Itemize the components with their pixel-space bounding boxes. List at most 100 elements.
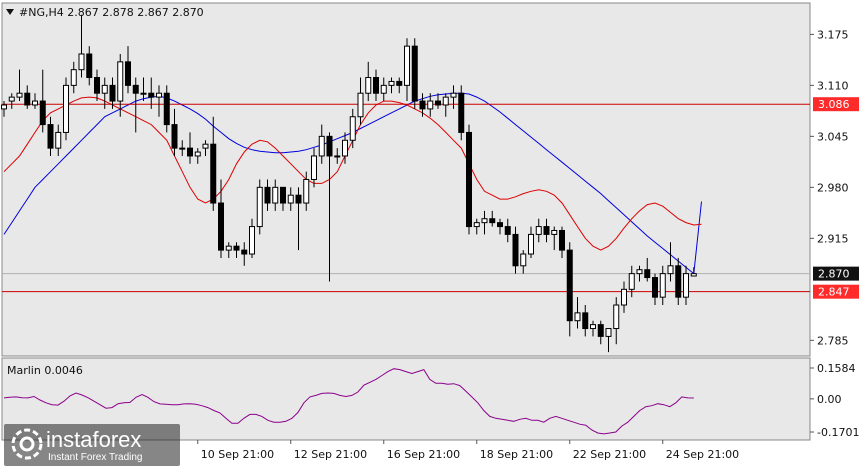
- chart: 3.175 3.110 3.045 2.980 2.915 2.785 3.086 2.87…: [0, 0, 862, 467]
- candle-body: [690, 273, 697, 277]
- candle-body: [39, 100, 46, 126]
- candle: [458, 85, 465, 141]
- symbol-header: #NG,H4 2.867 2.878 2.867 2.870: [19, 6, 204, 19]
- candle-body: [218, 202, 224, 251]
- price-tag: 3.086: [813, 97, 859, 112]
- candle-body: [497, 222, 503, 228]
- candle-body: [357, 92, 364, 118]
- candle-body: [78, 53, 85, 71]
- candle-body: [621, 288, 627, 306]
- candle-body: [504, 226, 511, 235]
- price-tick-label: 2.980: [817, 181, 849, 194]
- time-tick-label: 16 Sep 21:00: [387, 448, 460, 461]
- time-tick-label: 10 Sep 21:00: [201, 448, 274, 461]
- price-tick-label: 3.110: [817, 79, 849, 92]
- time-tick-label: 22 Sep 21:00: [573, 448, 646, 461]
- candle-body: [675, 265, 682, 298]
- candle-body: [574, 312, 581, 322]
- candle-body: [272, 186, 279, 204]
- candle-body: [311, 155, 317, 180]
- candle-body: [8, 96, 15, 102]
- candle-body: [644, 269, 651, 279]
- watermark-tagline: Instant Forex Trading: [48, 452, 143, 463]
- candle-body: [404, 45, 410, 86]
- candle-body: [1, 104, 7, 110]
- candle-body: [419, 100, 426, 110]
- candle-body: [47, 124, 54, 149]
- candle-body: [613, 304, 620, 330]
- candle-body: [481, 218, 488, 224]
- candle-body: [16, 92, 23, 98]
- candle-body: [225, 245, 232, 251]
- candle-body: [435, 100, 441, 106]
- price-tag: 2.870: [813, 266, 859, 281]
- candle-body: [55, 131, 62, 149]
- price-tick-label: 2.785: [817, 334, 849, 347]
- candle-body: [559, 229, 565, 251]
- candle-body: [202, 143, 209, 149]
- candle-body: [32, 100, 38, 106]
- candle-body: [652, 277, 658, 298]
- candle: [256, 179, 263, 235]
- candle-body: [342, 139, 348, 157]
- candle-body: [241, 249, 248, 255]
- candle-body: [318, 135, 325, 157]
- indicator-label: Marlin 0.0046: [7, 364, 83, 377]
- candle-body: [140, 92, 147, 95]
- candle-body: [148, 92, 155, 98]
- candle-body: [163, 92, 170, 126]
- candle-body: [427, 100, 434, 110]
- price-tag-label: 3.086: [818, 98, 850, 111]
- watermark-brand: instaforex: [46, 427, 142, 452]
- candle-body: [535, 226, 542, 235]
- candle-body: [489, 218, 496, 224]
- candle-body: [86, 53, 93, 79]
- candle-body: [256, 186, 263, 228]
- candle-body: [683, 273, 689, 298]
- candle-body: [194, 151, 201, 157]
- price-tag-label: 2.847: [818, 286, 850, 299]
- price-tick-label: 2.915: [817, 232, 849, 245]
- candle-body: [187, 147, 193, 157]
- candle-body: [396, 80, 403, 86]
- candle-body: [326, 135, 333, 157]
- watermark: instaforex Instant Forex Trading: [4, 424, 180, 466]
- candle-body: [458, 92, 465, 133]
- candle-body: [233, 245, 240, 251]
- time-tick-label: 12 Sep 21:00: [294, 448, 367, 461]
- price-tick-label: 3.045: [817, 130, 849, 143]
- candle-body: [109, 84, 116, 102]
- candle-body: [210, 143, 217, 204]
- candle-body: [450, 92, 457, 98]
- indicator-tick-label: 0.1584: [817, 362, 856, 375]
- candle-body: [24, 92, 31, 106]
- candle-body: [303, 179, 310, 204]
- candle-body: [380, 84, 387, 94]
- candle-body: [473, 222, 480, 228]
- candle-body: [125, 61, 131, 86]
- candle-body: [566, 249, 573, 322]
- candle-body: [101, 84, 108, 94]
- candle-body: [659, 273, 666, 298]
- price-tag-label: 2.870: [818, 268, 850, 281]
- candle-body: [597, 324, 604, 337]
- candle-body: [605, 328, 612, 337]
- candle-body: [636, 269, 643, 275]
- candle-body: [117, 61, 124, 102]
- candle-body: [520, 253, 527, 267]
- candle-body: [543, 226, 550, 235]
- candle-body: [295, 194, 302, 204]
- candle-body: [388, 80, 395, 86]
- candle-body: [667, 265, 674, 275]
- candle-body: [94, 77, 100, 94]
- candle-body: [466, 131, 472, 228]
- candle-body: [264, 186, 271, 204]
- candle: [63, 77, 69, 141]
- candle-body: [179, 147, 186, 150]
- candle-body: [249, 226, 255, 255]
- candle-body: [590, 324, 596, 330]
- candle-body: [132, 84, 139, 94]
- indicator-tick-label: 0.00: [817, 393, 842, 406]
- candle-body: [63, 84, 69, 133]
- candle-body: [411, 45, 418, 102]
